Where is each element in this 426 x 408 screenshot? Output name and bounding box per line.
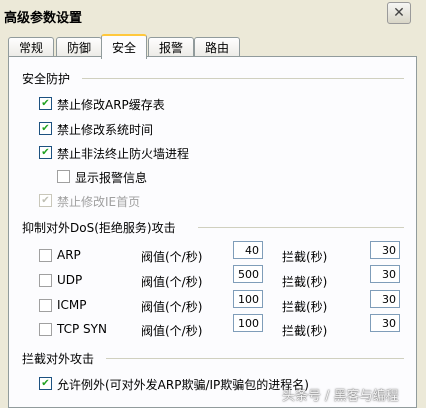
label-block-arp-cache: 禁止修改ARP缓存表 (57, 98, 165, 112)
group-divider (198, 227, 404, 228)
label-block-system-time: 禁止修改系统时间 (57, 123, 154, 137)
tab-defense[interactable]: 防御 (56, 37, 102, 57)
intercept-input-udp[interactable]: 30 (370, 265, 400, 283)
tab-general[interactable]: 常规 (8, 37, 54, 57)
checkbox-dos-arp[interactable] (39, 249, 52, 262)
tab-alarm[interactable]: 报警 (148, 37, 194, 57)
protocol-label-udp: UDP (57, 273, 83, 287)
label-allow-exceptions: 允许例外(可对外发ARP欺骗/IP欺骗包的进程名) (57, 378, 309, 392)
threshold-input-arp[interactable]: 40 (233, 241, 263, 259)
threshold-label: 阀值(个/秒) (141, 300, 203, 314)
label-block-ie-homepage: 禁止修改IE首页 (57, 195, 141, 209)
threshold-label: 阀值(个/秒) (141, 275, 203, 289)
dos-group-title: 抑制对外DoS(拒绝服务)攻击 (22, 221, 176, 235)
checkbox-block-arp-cache[interactable]: ✔ (39, 97, 52, 110)
checkbox-dos-icmp[interactable] (39, 299, 52, 312)
threshold-label: 阀值(个/秒) (141, 250, 203, 264)
watermark: 头条号 / 黑客与编程 (282, 389, 399, 404)
checkbox-block-ie-homepage: ✔ (39, 194, 52, 207)
label-show-alarm: 显示报警信息 (75, 171, 148, 185)
protocol-label-icmp: ICMP (57, 298, 87, 312)
intercept-input-tcp-syn[interactable]: 30 (370, 314, 400, 332)
group-divider (106, 358, 404, 359)
checkbox-block-kill-firewall[interactable]: ✔ (39, 146, 52, 159)
intercept-label: 拦截(秒) (282, 300, 328, 314)
group-divider (82, 78, 404, 79)
protocol-label-arp: ARP (57, 248, 81, 262)
intercept-label: 拦截(秒) (282, 250, 328, 264)
threshold-input-tcp-syn[interactable]: 100 (233, 314, 263, 332)
close-icon: ✕ (393, 5, 405, 21)
close-button[interactable]: ✕ (387, 2, 411, 24)
window-title: 高级参数设置 (4, 11, 83, 26)
checkbox-block-system-time[interactable]: ✔ (39, 122, 52, 135)
intercept-label: 拦截(秒) (282, 324, 328, 338)
protocol-label-tcp-syn: TCP SYN (57, 322, 107, 336)
label-block-kill-firewall: 禁止非法终止防火墙进程 (57, 147, 190, 161)
checkbox-show-alarm[interactable] (57, 170, 70, 183)
intercept-input-arp[interactable]: 30 (370, 241, 400, 259)
threshold-input-udp[interactable]: 500 (233, 265, 263, 283)
title-bar: 高级参数设置 ✕ (0, 0, 426, 30)
checkbox-allow-exceptions[interactable]: ✔ (39, 377, 52, 390)
threshold-input-icmp[interactable]: 100 (233, 290, 263, 308)
tab-routing[interactable]: 路由 (194, 37, 240, 57)
threshold-label: 阀值(个/秒) (141, 324, 203, 338)
outbound-group-title: 拦截对外攻击 (22, 352, 95, 366)
checkbox-dos-tcp-syn[interactable] (39, 323, 52, 336)
intercept-input-icmp[interactable]: 30 (370, 290, 400, 308)
security-group-title: 安全防护 (22, 72, 71, 86)
tab-security[interactable]: 安全 (101, 34, 147, 59)
intercept-label: 拦截(秒) (282, 275, 328, 289)
checkbox-dos-udp[interactable] (39, 274, 52, 287)
